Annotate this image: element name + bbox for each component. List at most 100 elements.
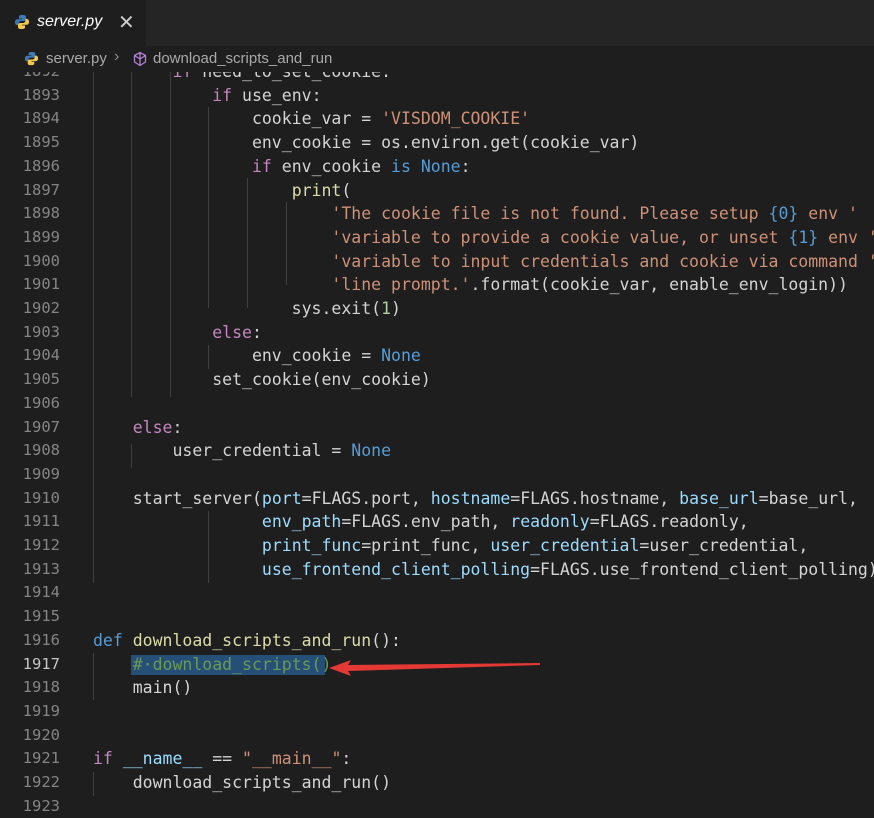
tab-server-py[interactable]: server.py ✕ — [0, 0, 146, 46]
code-line[interactable]: 1905 set_cookie(env_cookie) — [0, 368, 874, 392]
code-token: =user_credential, — [639, 536, 809, 555]
code-line[interactable]: 1904 env_cookie = None — [0, 344, 874, 368]
code-text: env_path=FLAGS.env_path, readonly=FLAGS.… — [93, 510, 749, 534]
code-line[interactable]: 1922 download_scripts_and_run() — [0, 771, 874, 795]
breadcrumb-symbol[interactable]: download_scripts_and_run — [153, 50, 332, 67]
code-token: print_func — [261, 536, 362, 555]
line-number: 1908 — [22, 441, 60, 460]
code-token: main() — [93, 678, 193, 698]
code-token: set_cookie(env_cookie) — [93, 370, 431, 390]
code-token: else — [132, 417, 173, 437]
code-token: {0} — [768, 204, 799, 224]
line-number: 1919 — [22, 701, 60, 720]
code-token: {1} — [788, 227, 819, 247]
code-token: #·download_scripts() — [132, 654, 332, 674]
code-text: env_cookie = None — [93, 344, 421, 368]
code-token: =FLAGS.use_frontend_client_polling) — [530, 559, 874, 579]
code-token: user_credential = — [93, 441, 352, 461]
code-line[interactable]: 1920 — [0, 724, 874, 748]
code-line[interactable]: 1900 'variable to input credentials and … — [0, 250, 874, 274]
tab-label: server.py — [37, 13, 103, 30]
code-token: 'The cookie file is not found. Please se… — [331, 204, 769, 224]
code-token: print — [291, 180, 342, 200]
code-line[interactable]: 1903 else: — [0, 321, 874, 345]
code-line[interactable]: 1894 cookie_var = 'VISDOM_COOKIE' — [0, 107, 874, 131]
code-token: 'line prompt.' — [331, 275, 471, 295]
code-line[interactable]: 1916 def download_scripts_and_run(): — [0, 629, 874, 653]
code-token: download_scripts_and_run — [132, 630, 372, 650]
code-token: (): — [371, 630, 401, 650]
code-line[interactable]: 1899 'variable to provide a cookie value… — [0, 226, 874, 250]
line-number: 1906 — [22, 393, 60, 412]
code-text: set_cookie(env_cookie) — [93, 368, 431, 392]
code-line[interactable]: 1909 — [0, 463, 874, 487]
code-token: == — [202, 749, 243, 769]
code-token: need_to_set_cookie: — [192, 72, 391, 81]
code-text: 'line prompt.'.format(cookie_var, enable… — [93, 273, 848, 297]
code-line[interactable]: 1923 — [0, 795, 874, 818]
breadcrumb-separator: › — [114, 48, 120, 65]
code-text: 'variable to input credentials and cooki… — [93, 250, 874, 274]
code-token: else — [212, 322, 252, 342]
code-text: else: — [93, 416, 183, 440]
line-number: 1921 — [22, 749, 60, 768]
code-token: env ' — [818, 227, 874, 247]
code-text: else: — [93, 321, 262, 345]
line-number: 1900 — [22, 251, 60, 270]
code-line[interactable]: 1898 'The cookie file is not found. Plea… — [0, 202, 874, 226]
line-number: 1905 — [22, 370, 60, 389]
code-token: =FLAGS.env_path, — [341, 512, 511, 532]
code-text: use_frontend_client_polling=FLAGS.use_fr… — [93, 558, 874, 582]
python-file-icon — [24, 51, 39, 70]
code-line[interactable]: 1906 — [0, 392, 874, 416]
close-icon[interactable]: ✕ — [118, 10, 135, 35]
code-token: port — [261, 488, 302, 508]
line-number: 1922 — [22, 773, 60, 791]
code-line[interactable]: 1897 print( — [0, 179, 874, 203]
code-line[interactable]: 1919 — [0, 700, 874, 724]
code-token: env_cookie — [271, 156, 392, 176]
code-text: def download_scripts_and_run(): — [93, 629, 401, 653]
code-token: env_cookie = os.environ.get(cookie_var) — [93, 133, 640, 153]
code-token: readonly — [510, 512, 590, 532]
code-line[interactable]: 1893 if use_env: — [0, 84, 874, 108]
code-line[interactable]: 1907 else: — [0, 416, 874, 440]
code-token: ( — [341, 180, 352, 200]
line-number: 1893 — [22, 85, 60, 104]
code-line[interactable]: 1901 'line prompt.'.format(cookie_var, e… — [0, 273, 874, 297]
tab-bar: server.py ✕ — [0, 0, 874, 46]
code-line[interactable]: 1915 — [0, 605, 874, 629]
line-number: 1914 — [22, 583, 60, 602]
code-line[interactable]: 1908 user_credential = None — [0, 439, 874, 463]
code-text: print_func=print_func, user_credential=u… — [93, 534, 808, 558]
code-line[interactable]: 1910 start_server(port=FLAGS.port, hostn… — [0, 487, 874, 511]
code-line[interactable]: 1911 env_path=FLAGS.env_path, readonly=F… — [0, 510, 874, 534]
code-line[interactable]: 1913 use_frontend_client_polling=FLAGS.u… — [0, 558, 874, 582]
code-text: start_server(port=FLAGS.port, hostname=F… — [93, 487, 858, 511]
code-token: cookie_var = — [93, 109, 382, 129]
code-text: if need_to_set_cookie: — [93, 72, 391, 84]
code-line[interactable]: 1892 if need_to_set_cookie: — [0, 72, 874, 84]
code-text: sys.exit(1) — [93, 297, 401, 321]
line-number: 1907 — [22, 417, 60, 436]
code-line[interactable]: 1914 — [0, 581, 874, 605]
code-token: =FLAGS.hostname, — [510, 488, 680, 508]
code-line[interactable]: 1902 sys.exit(1) — [0, 297, 874, 321]
code-line[interactable]: 1896 if env_cookie is None: — [0, 155, 874, 179]
code-token: hostname — [430, 488, 511, 508]
line-number: 1896 — [22, 156, 60, 175]
breadcrumb-file[interactable]: server.py — [46, 50, 107, 67]
code-text: 'variable to provide a cookie value, or … — [93, 226, 874, 250]
code-line[interactable]: 1912 print_func=print_func, user_credent… — [0, 534, 874, 558]
code-line[interactable]: 1921 if __name__ == "__main__": — [0, 747, 874, 771]
line-number: 1902 — [22, 299, 60, 317]
code-editor[interactable]: 1892 if need_to_set_cookie:1893 if use_e… — [0, 72, 874, 818]
code-token: is — [391, 156, 411, 176]
code-line[interactable]: 1895 env_cookie = os.environ.get(cookie_… — [0, 131, 874, 155]
